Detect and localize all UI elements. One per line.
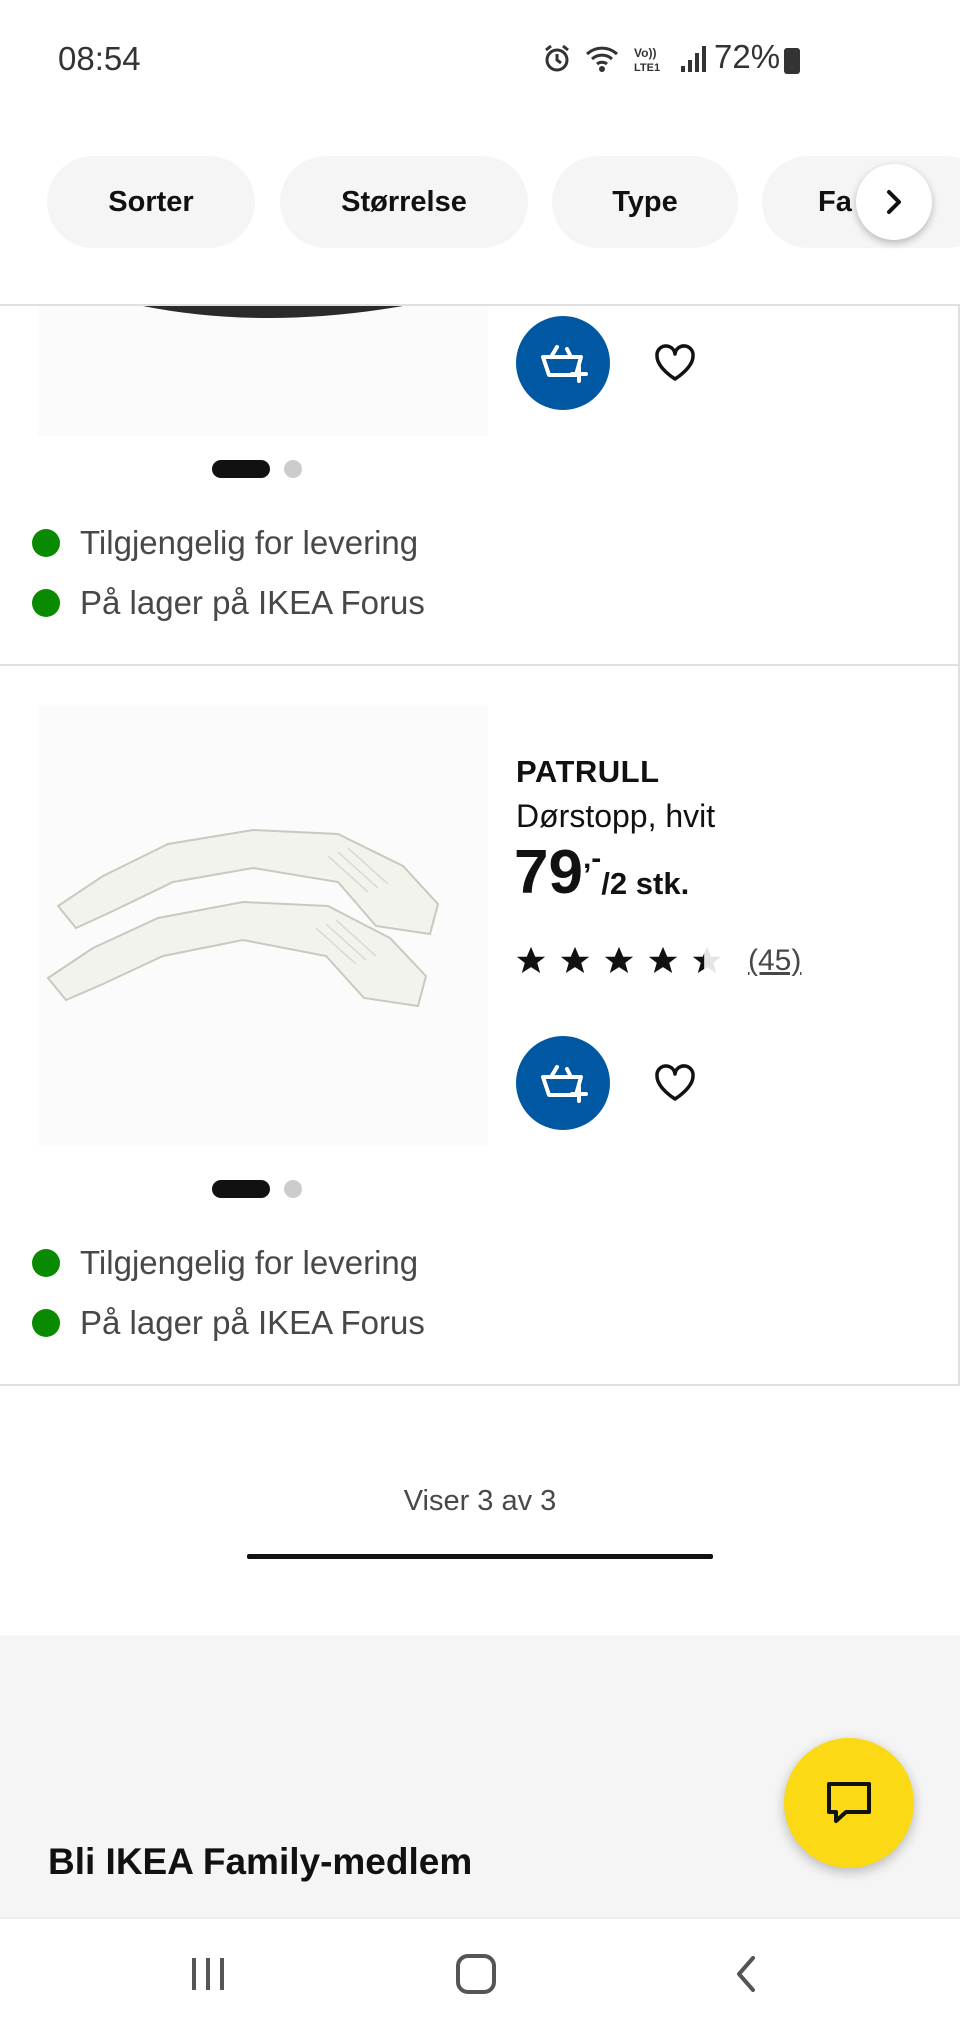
availability-store-label: På lager på IKEA Forus	[80, 584, 425, 621]
product-image[interactable]	[38, 306, 488, 436]
product-price: 79 ,- /2 stk.	[514, 842, 689, 904]
cart-add-icon	[541, 1065, 588, 1103]
heart-icon	[655, 344, 695, 381]
availability-delivery-label: Tilgjengelig for levering	[80, 524, 419, 561]
battery-percent: 72%	[714, 38, 781, 75]
home-button[interactable]	[446, 1949, 506, 1999]
alarm-icon	[545, 44, 569, 72]
image-carousel-dots[interactable]	[212, 460, 302, 478]
filter-chip-sort[interactable]: Sorter	[47, 156, 255, 248]
recent-apps-icon	[192, 1958, 224, 1990]
add-to-cart-button[interactable]	[516, 1036, 610, 1130]
availability-delivery: Tilgjengelig for levering	[32, 1244, 418, 1282]
heart-icon	[655, 1064, 695, 1101]
status-bar: 08:54 Vo)) LTE1 72%	[0, 0, 960, 120]
availability-delivery: Tilgjengelig for levering	[32, 524, 418, 562]
filter-chip-type[interactable]: Type	[552, 156, 738, 248]
svg-text:Vo)): Vo))	[634, 46, 656, 60]
product-card-patrull[interactable]: PATRULL Dørstopp, hvit 79 ,- /2 stk. (45…	[0, 666, 960, 1386]
product-rating[interactable]: (45)	[514, 944, 801, 978]
favourite-button[interactable]	[648, 336, 702, 390]
chat-icon	[827, 1782, 871, 1823]
in-stock-indicator	[32, 1249, 60, 1277]
home-icon	[456, 1954, 496, 1994]
product-image[interactable]	[38, 706, 488, 1146]
wifi-icon	[585, 46, 619, 72]
chevron-right-icon	[887, 190, 901, 214]
availability-store: På lager på IKEA Forus	[32, 1304, 425, 1342]
chat-button[interactable]	[784, 1738, 914, 1868]
back-button[interactable]	[716, 1949, 776, 1999]
battery-icon	[784, 48, 800, 74]
availability-store-label: På lager på IKEA Forus	[80, 1304, 425, 1341]
family-title[interactable]: Bli IKEA Family-medlem	[48, 1841, 472, 1883]
star-full-icon	[604, 946, 634, 974]
product-image-shape	[143, 306, 403, 318]
add-to-cart-button[interactable]	[516, 316, 610, 410]
price-suffix: ,-	[582, 842, 602, 875]
price-main: 79	[514, 838, 583, 907]
availability-store: På lager på IKEA Forus	[32, 584, 425, 622]
filter-chip-size[interactable]: Størrelse	[280, 156, 528, 248]
carousel-dot-active[interactable]	[212, 1180, 270, 1198]
in-stock-indicator	[32, 529, 60, 557]
star-full-icon	[560, 946, 590, 974]
pagination-label: Viser 3 av 3	[403, 1485, 557, 1517]
volte-icon: Vo)) LTE1	[634, 46, 660, 74]
favourite-button[interactable]	[648, 1056, 702, 1110]
status-time: 08:54	[58, 40, 141, 77]
star-half-icon	[692, 946, 722, 974]
system-navigation-bar	[0, 1917, 960, 2027]
filter-bar: Sorter Størrelse Type Fa	[0, 120, 960, 306]
recent-apps-button[interactable]	[178, 1949, 238, 1999]
signal-icon	[681, 46, 706, 72]
in-stock-indicator	[32, 589, 60, 617]
door-stop-image	[46, 828, 440, 1008]
product-description: Dørstopp, hvit	[516, 798, 716, 834]
status-icons: Vo)) LTE1	[542, 44, 708, 74]
star-full-icon	[516, 946, 546, 974]
star-full-icon	[648, 946, 678, 974]
in-stock-indicator	[32, 1309, 60, 1337]
availability-delivery-label: Tilgjengelig for levering	[80, 1244, 419, 1281]
image-carousel-dots[interactable]	[212, 1180, 302, 1198]
carousel-dot[interactable]	[284, 460, 302, 478]
product-card[interactable]: Tilgjengelig for levering På lager på IK…	[0, 306, 960, 666]
cart-add-icon	[541, 345, 588, 383]
carousel-dot[interactable]	[284, 1180, 302, 1198]
svg-text:LTE1: LTE1	[634, 62, 660, 74]
scroll-filters-button[interactable]	[856, 164, 932, 240]
pagination-progress-bar	[247, 1554, 713, 1559]
review-count-link[interactable]: (45)	[748, 944, 801, 978]
product-name[interactable]: PATRULL	[516, 754, 660, 790]
price-unit: /2 stk.	[601, 866, 690, 901]
back-icon	[737, 1956, 755, 1992]
carousel-dot-active[interactable]	[212, 460, 270, 478]
